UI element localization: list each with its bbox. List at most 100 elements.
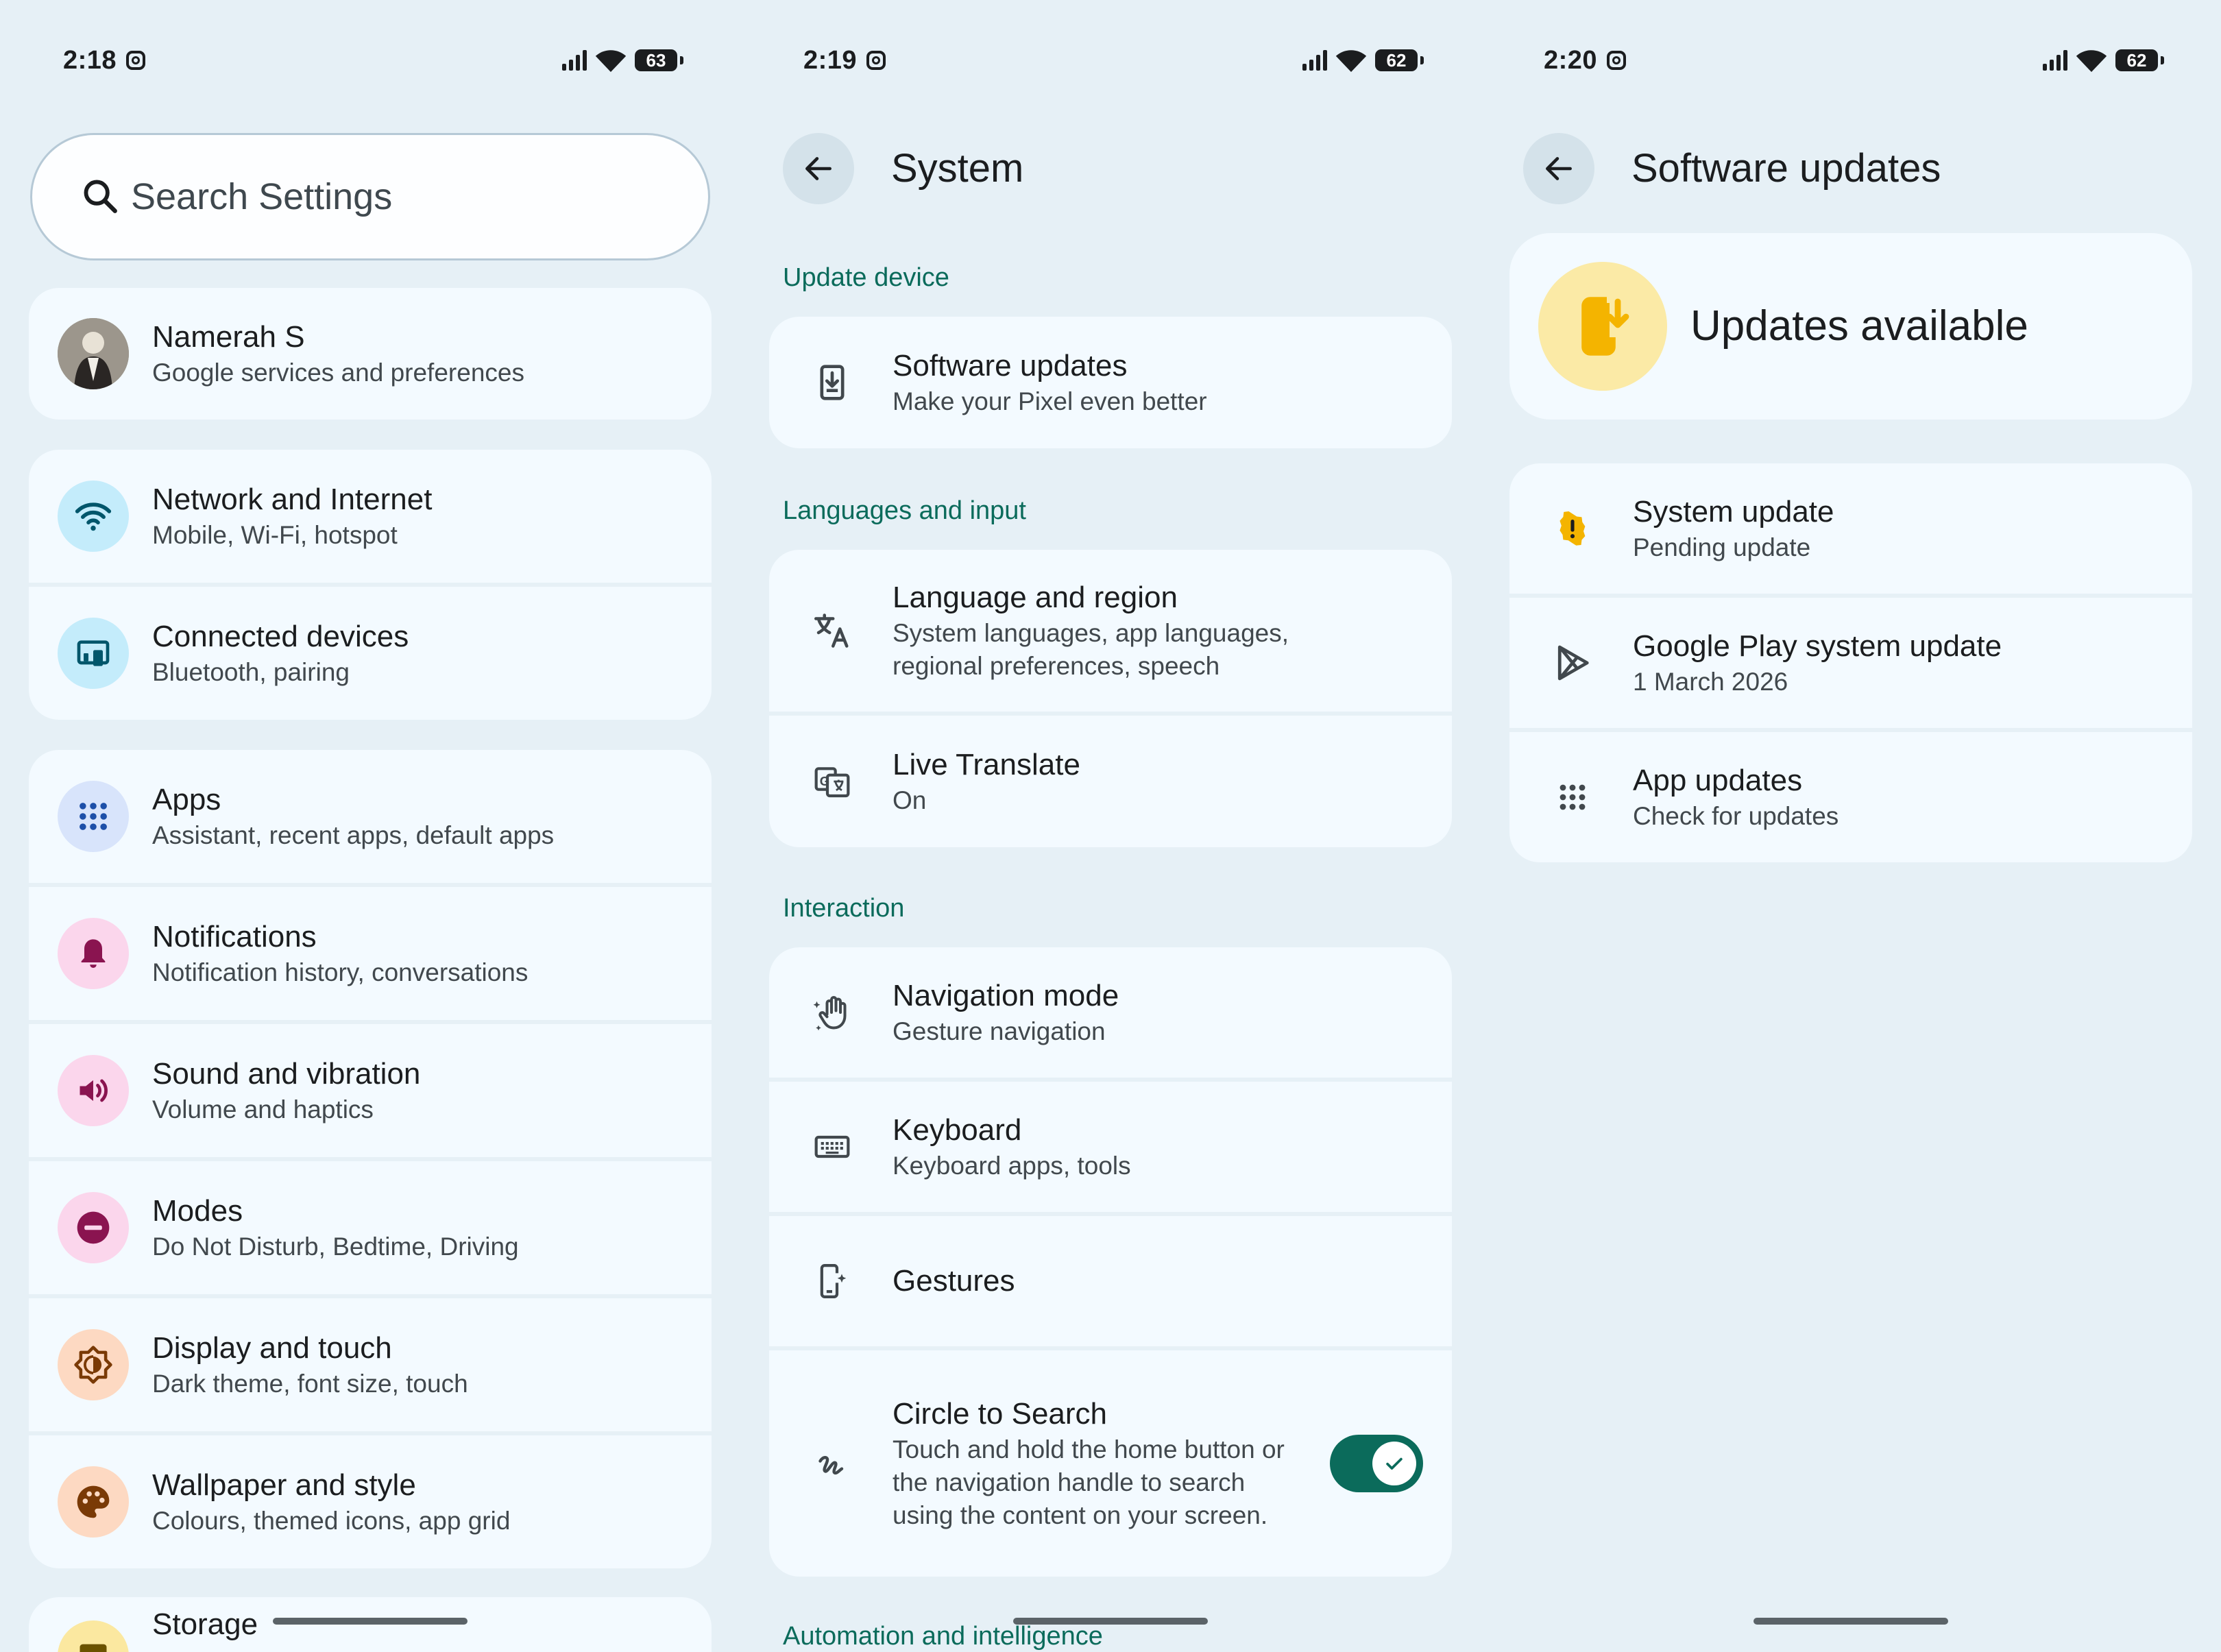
- modes-item[interactable]: Modes Do Not Disturb, Bedtime, Driving: [29, 1161, 712, 1294]
- item-subtitle: System languages, app languages, regiona…: [893, 619, 1289, 680]
- item-subtitle: Assistant, recent apps, default apps: [152, 821, 555, 849]
- item-subtitle: Pending update: [1633, 533, 1811, 561]
- battery-icon: 62: [2115, 49, 2164, 71]
- section-header: Automation and intelligence: [783, 1622, 1103, 1651]
- wifi-status-icon: [1335, 50, 1367, 73]
- item-subtitle: Gesture navigation: [893, 1017, 1106, 1045]
- item-title: Google Play system update: [1633, 629, 2002, 663]
- search-settings-bar[interactable]: Search Settings: [30, 133, 710, 260]
- translate-icon: [805, 603, 860, 658]
- bell-icon: [58, 918, 129, 989]
- item-title: Live Translate: [893, 748, 1080, 781]
- instagram-notification-icon: [866, 51, 886, 70]
- palette-icon: [58, 1466, 129, 1538]
- storage-icon: [58, 1620, 129, 1652]
- wifi-icon: [58, 481, 129, 552]
- wifi-status-icon: [595, 50, 627, 73]
- item-subtitle: Keyboard apps, tools: [893, 1152, 1131, 1180]
- apps-grid-icon: [1545, 770, 1600, 825]
- software-updates-screen: 2:20 62 Software updates Updates availab…: [1481, 0, 2221, 1652]
- status-time: 2:20: [1544, 46, 1598, 75]
- navigation-handle[interactable]: [1013, 1618, 1208, 1625]
- item-subtitle: Notification history, conversations: [152, 958, 529, 986]
- apps-item[interactable]: Apps Assistant, recent apps, default app…: [29, 750, 712, 883]
- signal-icon: [562, 50, 587, 71]
- wallpaper-style-item[interactable]: Wallpaper and style Colours, themed icon…: [29, 1435, 712, 1568]
- instagram-notification-icon: [1607, 51, 1626, 70]
- item-title: Software updates: [893, 349, 1128, 382]
- navigation-handle[interactable]: [1753, 1618, 1948, 1625]
- item-title: Circle to Search: [893, 1397, 1108, 1431]
- back-button[interactable]: [783, 133, 854, 204]
- sound-vibration-item[interactable]: Sound and vibration Volume and haptics: [29, 1024, 712, 1157]
- account-subtitle: Google services and preferences: [152, 359, 524, 387]
- navigation-mode-item[interactable]: Navigation mode Gesture navigation: [769, 947, 1452, 1078]
- updates-available-banner: Updates available: [1509, 233, 2192, 420]
- item-title: Navigation mode: [893, 979, 1119, 1012]
- back-button[interactable]: [1523, 133, 1594, 204]
- keyboard-icon: [805, 1119, 860, 1174]
- speaker-icon: [58, 1055, 129, 1126]
- language-region-item[interactable]: Language and region System languages, ap…: [769, 550, 1452, 712]
- software-updates-item[interactable]: Software updates Make your Pixel even be…: [769, 317, 1452, 448]
- item-subtitle: Colours, themed icons, app grid: [152, 1507, 511, 1535]
- item-title: Storage: [152, 1607, 258, 1641]
- item-title: Sound and vibration: [152, 1057, 421, 1091]
- app-updates-item[interactable]: App updates Check for updates: [1509, 732, 2192, 862]
- gestures-item[interactable]: Gestures: [769, 1216, 1452, 1346]
- search-icon: [84, 180, 117, 213]
- live-translate-item[interactable]: G Live Translate On: [769, 716, 1452, 847]
- storage-item[interactable]: Storage: [29, 1597, 712, 1652]
- settings-home-screen: 2:18 63 Search Settings Namerah S Google…: [0, 0, 740, 1652]
- item-title: Language and region: [893, 581, 1178, 614]
- item-title: Gestures: [893, 1264, 1015, 1298]
- battery-icon: 62: [1375, 49, 1424, 71]
- navigation-handle[interactable]: [273, 1618, 468, 1625]
- section-header: Update device: [783, 263, 949, 292]
- do-not-disturb-icon: [58, 1192, 129, 1263]
- wifi-status-icon: [2076, 50, 2107, 73]
- circle-to-search-item[interactable]: Circle to Search Touch and hold the home…: [769, 1350, 1452, 1577]
- page-title: System: [891, 146, 1024, 191]
- notifications-item[interactable]: Notifications Notification history, conv…: [29, 887, 712, 1020]
- battery-icon: 63: [635, 49, 683, 71]
- phone-download-icon: [1538, 262, 1667, 391]
- item-title: App updates: [1633, 764, 1803, 797]
- status-bar: 2:19 62: [803, 42, 1424, 78]
- section-header: Languages and input: [783, 496, 1026, 525]
- svg-text:G: G: [820, 774, 830, 788]
- connected-devices-item[interactable]: Connected devices Bluetooth, pairing: [29, 587, 712, 720]
- item-subtitle: On: [893, 786, 927, 814]
- item-subtitle: Volume and haptics: [152, 1095, 374, 1123]
- item-title: Display and touch: [152, 1331, 392, 1365]
- google-play-system-update-item[interactable]: Google Play system update 1 March 2026: [1509, 598, 2192, 728]
- gesture-hand-icon: [805, 985, 860, 1040]
- arrow-back-icon: [805, 157, 832, 180]
- status-time: 2:18: [63, 46, 117, 75]
- search-placeholder: Search Settings: [131, 176, 393, 217]
- arrow-back-icon: [1546, 157, 1572, 180]
- google-translate-icon: G: [805, 754, 860, 809]
- account-card[interactable]: Namerah S Google services and preference…: [29, 288, 712, 420]
- network-internet-item[interactable]: Network and Internet Mobile, Wi-Fi, hots…: [29, 450, 712, 583]
- updates-available-text: Updates available: [1690, 302, 2028, 350]
- item-subtitle: Check for updates: [1633, 802, 1839, 830]
- item-title: Connected devices: [152, 620, 409, 653]
- apps-grid-icon: [58, 781, 129, 852]
- circle-to-search-toggle[interactable]: [1330, 1435, 1423, 1492]
- system-update-item[interactable]: System update Pending update: [1509, 463, 2192, 594]
- item-subtitle: Make your Pixel even better: [893, 387, 1207, 415]
- section-header: Interaction: [783, 894, 905, 923]
- keyboard-item[interactable]: Keyboard Keyboard apps, tools: [769, 1082, 1452, 1212]
- status-bar: 2:18 63: [63, 42, 683, 78]
- display-touch-item[interactable]: Display and touch Dark theme, font size,…: [29, 1298, 712, 1431]
- item-title: Apps: [152, 783, 221, 816]
- instagram-notification-icon: [126, 51, 145, 70]
- devices-icon: [58, 618, 129, 689]
- squiggle-icon: [805, 1436, 860, 1491]
- item-subtitle: Dark theme, font size, touch: [152, 1370, 468, 1398]
- phone-download-icon: [805, 355, 860, 410]
- item-subtitle: Do Not Disturb, Bedtime, Driving: [152, 1232, 519, 1261]
- item-title: Notifications: [152, 920, 317, 953]
- account-name: Namerah S: [152, 320, 305, 354]
